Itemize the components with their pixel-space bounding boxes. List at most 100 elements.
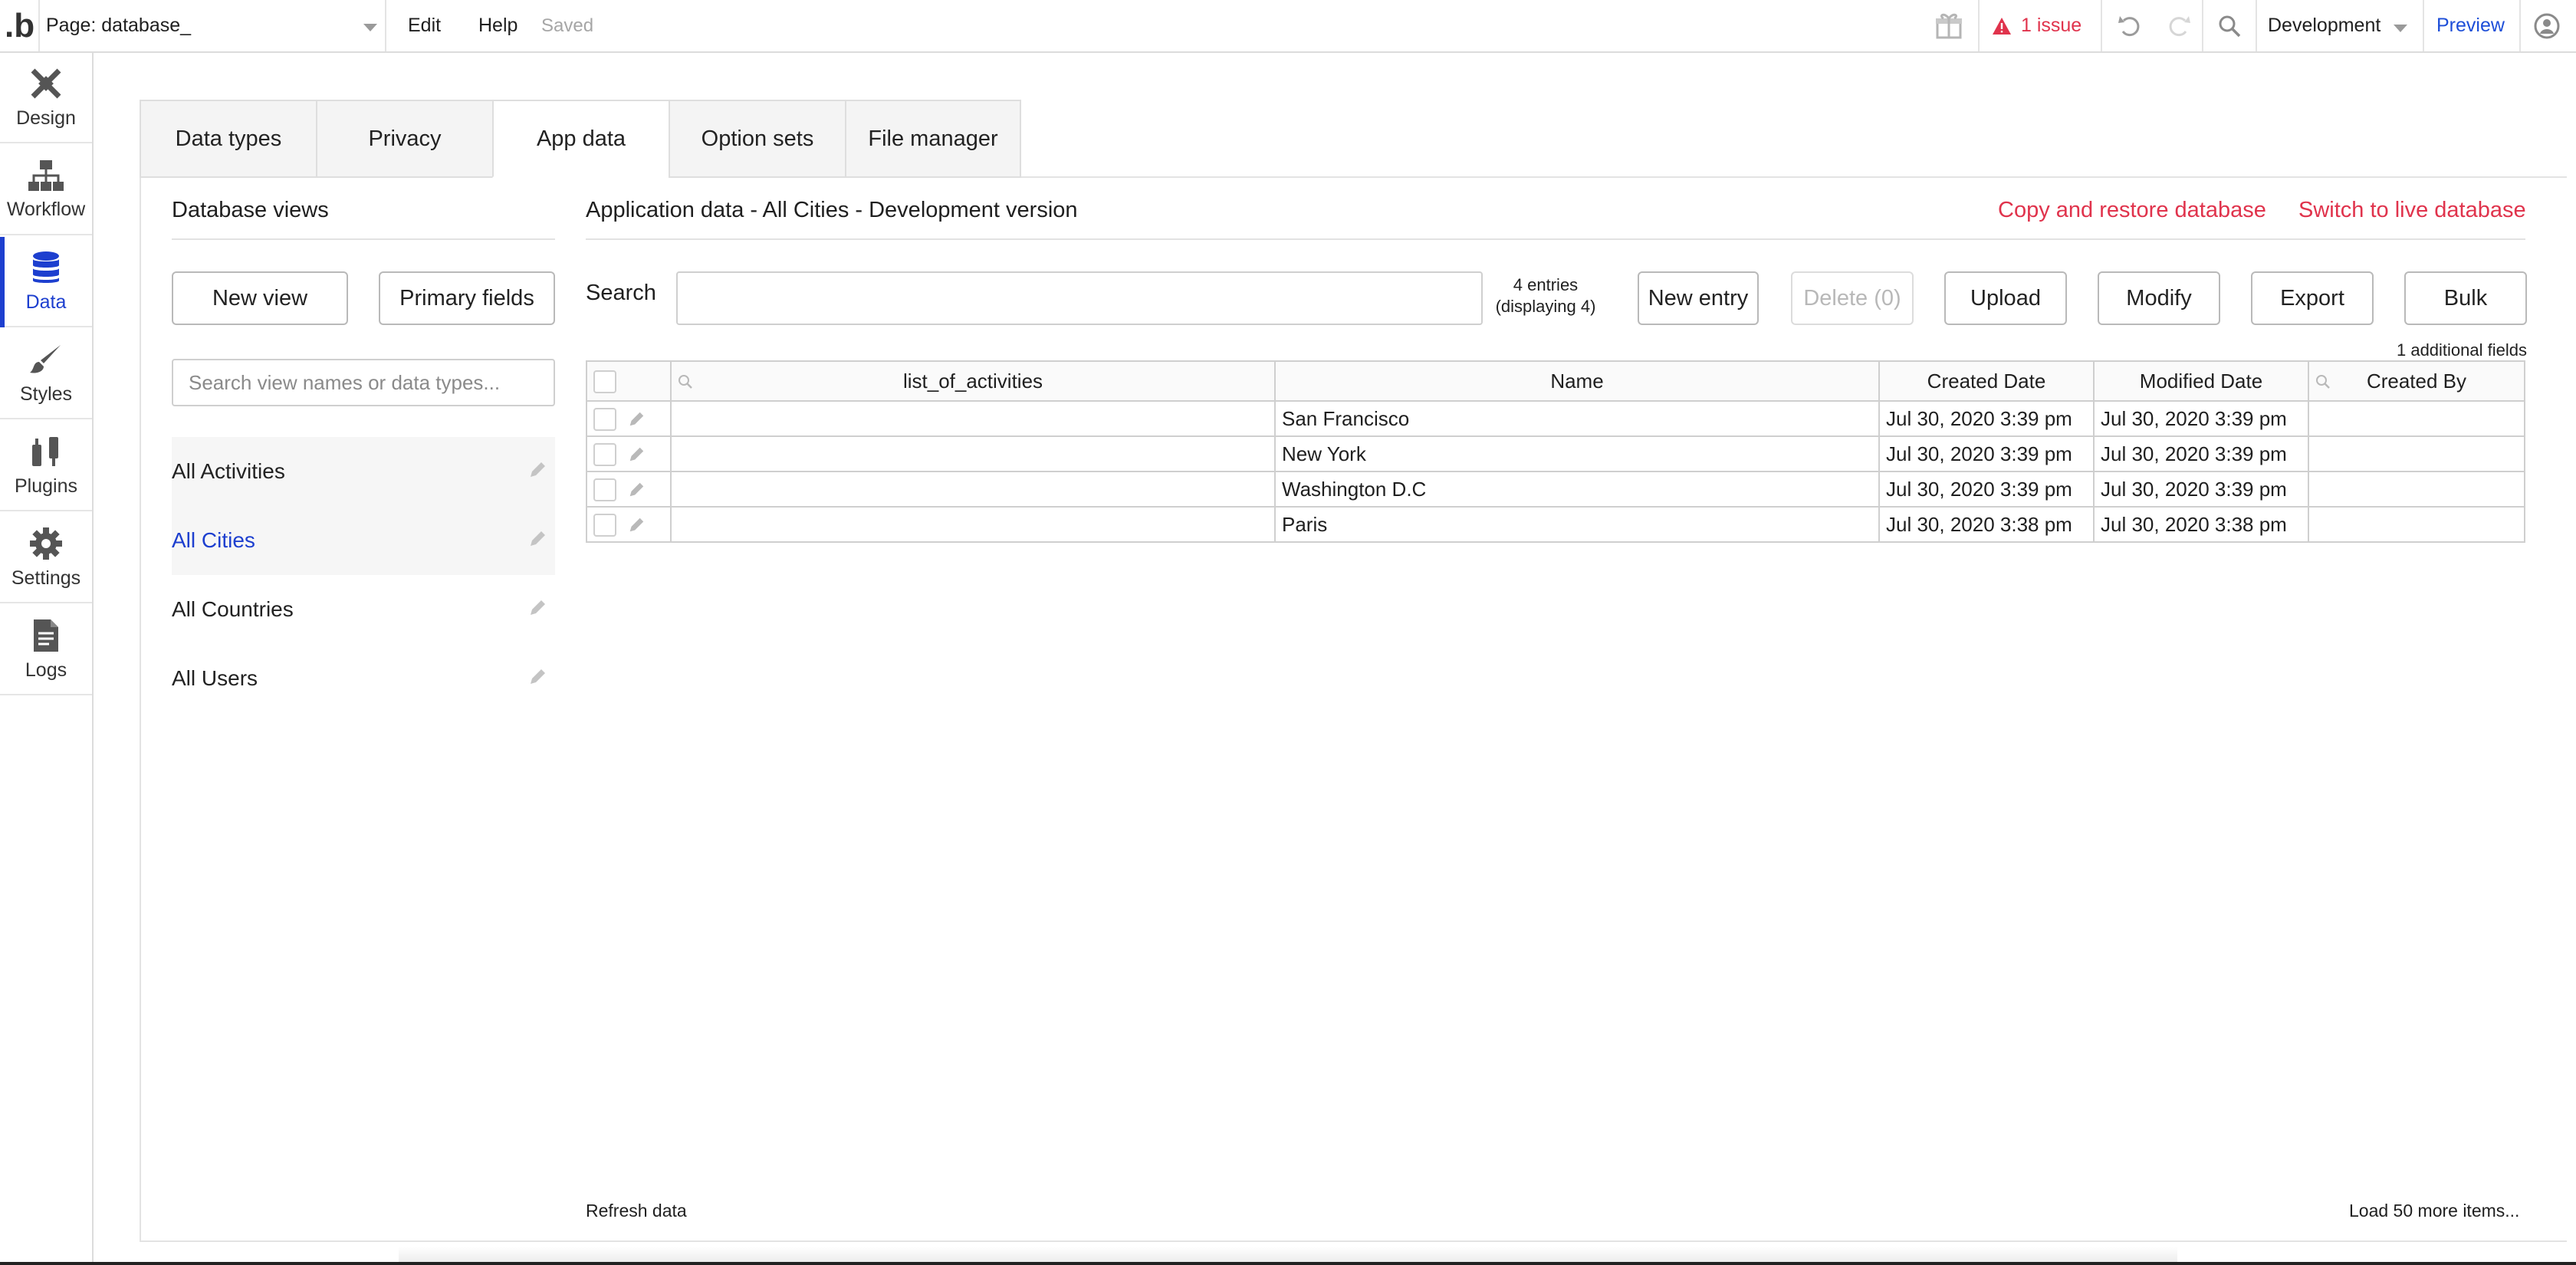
nav-label: Design bbox=[16, 107, 76, 129]
column-header-created-by[interactable]: Created By bbox=[2308, 360, 2525, 402]
export-button[interactable]: Export bbox=[2251, 271, 2374, 325]
tab-option-sets[interactable]: Option sets bbox=[669, 100, 845, 178]
cell-created-date[interactable]: Jul 30, 2020 3:39 pm bbox=[1878, 400, 2095, 437]
copy-restore-database-link[interactable]: Copy and restore database bbox=[1998, 198, 2266, 223]
help-menu[interactable]: Help bbox=[478, 0, 518, 51]
redo-icon[interactable] bbox=[2164, 0, 2194, 51]
pencil-icon[interactable] bbox=[527, 529, 547, 549]
column-header-created-date[interactable]: Created Date bbox=[1878, 360, 2095, 402]
delete-button[interactable]: Delete (0) bbox=[1791, 271, 1914, 325]
tab-app-data[interactable]: App data bbox=[492, 100, 669, 178]
entries-total: 4 entries bbox=[1513, 275, 1579, 294]
document-icon bbox=[34, 619, 58, 652]
new-view-button[interactable]: New view bbox=[172, 271, 348, 325]
table-header-row: list_of_activities Name Created Date Mod… bbox=[586, 360, 2525, 402]
database-icon bbox=[33, 251, 59, 283]
cell-created-by[interactable] bbox=[2308, 471, 2525, 508]
cell-list-of-activities[interactable] bbox=[670, 506, 1276, 543]
bulk-button[interactable]: Bulk bbox=[2404, 271, 2527, 325]
view-item-all-activities[interactable]: All Activities bbox=[172, 437, 555, 506]
table-row[interactable]: San Francisco Jul 30, 2020 3:39 pm Jul 3… bbox=[586, 400, 2525, 437]
nav-design[interactable]: Design bbox=[0, 53, 92, 143]
cell-created-date[interactable]: Jul 30, 2020 3:38 pm bbox=[1878, 506, 2095, 543]
nav-label: Plugins bbox=[15, 475, 77, 497]
tab-file-manager[interactable]: File manager bbox=[845, 100, 1021, 178]
undo-icon[interactable] bbox=[2114, 0, 2145, 51]
row-select-cell bbox=[586, 506, 672, 543]
warning-icon bbox=[1993, 17, 2011, 34]
pencil-icon[interactable] bbox=[627, 445, 646, 464]
switch-live-database-link[interactable]: Switch to live database bbox=[2298, 198, 2526, 223]
additional-fields-link[interactable]: 1 additional fields bbox=[2369, 340, 2527, 360]
search-icon[interactable] bbox=[2214, 0, 2245, 51]
view-search-input[interactable] bbox=[172, 359, 555, 406]
cell-modified-date[interactable]: Jul 30, 2020 3:39 pm bbox=[2093, 435, 2309, 472]
data-search-input[interactable] bbox=[676, 271, 1483, 325]
view-item-all-cities[interactable]: All Cities bbox=[172, 506, 555, 575]
cell-created-by[interactable] bbox=[2308, 506, 2525, 543]
table-row[interactable]: New York Jul 30, 2020 3:39 pm Jul 30, 20… bbox=[586, 435, 2525, 472]
cell-created-date[interactable]: Jul 30, 2020 3:39 pm bbox=[1878, 435, 2095, 472]
cell-name[interactable]: Paris bbox=[1274, 506, 1880, 543]
tab-data-types[interactable]: Data types bbox=[140, 100, 316, 178]
pencil-icon[interactable] bbox=[527, 667, 547, 687]
cell-name[interactable]: New York bbox=[1274, 435, 1880, 472]
primary-fields-button[interactable]: Primary fields bbox=[379, 271, 555, 325]
pencil-icon[interactable] bbox=[527, 598, 547, 618]
search-icon[interactable] bbox=[678, 374, 693, 389]
cell-created-by[interactable] bbox=[2308, 400, 2525, 437]
cell-created-by[interactable] bbox=[2308, 435, 2525, 472]
environment-selector[interactable]: Development bbox=[2268, 0, 2413, 51]
column-header-list-of-activities[interactable]: list_of_activities bbox=[670, 360, 1276, 402]
cell-modified-date[interactable]: Jul 30, 2020 3:39 pm bbox=[2093, 471, 2309, 508]
pencil-icon[interactable] bbox=[627, 410, 646, 429]
nav-data[interactable]: Data bbox=[0, 237, 92, 327]
row-checkbox[interactable] bbox=[593, 443, 616, 467]
column-label: Created By bbox=[2366, 369, 2467, 393]
issues-label: 1 issue bbox=[2021, 15, 2082, 36]
preview-link[interactable]: Preview bbox=[2436, 0, 2505, 51]
view-item-all-countries[interactable]: All Countries bbox=[172, 575, 555, 644]
pencil-icon[interactable] bbox=[527, 460, 547, 480]
select-all-header bbox=[586, 360, 672, 402]
cell-list-of-activities[interactable] bbox=[670, 471, 1276, 508]
divider bbox=[1978, 0, 1980, 51]
cell-modified-date[interactable]: Jul 30, 2020 3:39 pm bbox=[2093, 400, 2309, 437]
nav-styles[interactable]: Styles bbox=[0, 329, 92, 419]
pencil-icon[interactable] bbox=[627, 481, 646, 499]
cell-list-of-activities[interactable] bbox=[670, 435, 1276, 472]
view-item-all-users[interactable]: All Users bbox=[172, 644, 555, 713]
modify-button[interactable]: Modify bbox=[2098, 271, 2220, 325]
nav-logs[interactable]: Logs bbox=[0, 605, 92, 695]
new-entry-button[interactable]: New entry bbox=[1638, 271, 1759, 325]
nav-plugins[interactable]: Plugins bbox=[0, 421, 92, 511]
bubble-logo[interactable]: .b bbox=[5, 0, 35, 51]
cell-modified-date[interactable]: Jul 30, 2020 3:38 pm bbox=[2093, 506, 2309, 543]
tab-privacy[interactable]: Privacy bbox=[316, 100, 492, 178]
account-icon[interactable] bbox=[2530, 0, 2564, 51]
row-checkbox[interactable] bbox=[593, 514, 616, 537]
nav-workflow[interactable]: Workflow bbox=[0, 145, 92, 235]
divider bbox=[38, 0, 40, 51]
nav-settings[interactable]: Settings bbox=[0, 513, 92, 603]
pencil-icon[interactable] bbox=[627, 516, 646, 534]
select-all-checkbox[interactable] bbox=[593, 370, 616, 394]
upload-button[interactable]: Upload bbox=[1944, 271, 2067, 325]
page-selector[interactable]: Page: database_ bbox=[46, 0, 383, 51]
column-header-name[interactable]: Name bbox=[1274, 360, 1880, 402]
cell-name[interactable]: San Francisco bbox=[1274, 400, 1880, 437]
issues-indicator[interactable]: 1 issue bbox=[1992, 0, 2082, 51]
search-icon[interactable] bbox=[2315, 374, 2331, 389]
refresh-data-link[interactable]: Refresh data bbox=[586, 1201, 687, 1221]
row-checkbox[interactable] bbox=[593, 478, 616, 502]
edit-menu[interactable]: Edit bbox=[408, 0, 441, 51]
row-checkbox[interactable] bbox=[593, 408, 616, 432]
cell-list-of-activities[interactable] bbox=[670, 400, 1276, 437]
gift-icon[interactable] bbox=[1934, 0, 1964, 51]
table-row[interactable]: Paris Jul 30, 2020 3:38 pm Jul 30, 2020 … bbox=[586, 506, 2525, 543]
cell-created-date[interactable]: Jul 30, 2020 3:39 pm bbox=[1878, 471, 2095, 508]
cell-name[interactable]: Washington D.C bbox=[1274, 471, 1880, 508]
load-more-link[interactable]: Load 50 more items... bbox=[2349, 1201, 2519, 1221]
table-row[interactable]: Washington D.C Jul 30, 2020 3:39 pm Jul … bbox=[586, 471, 2525, 508]
column-header-modified-date[interactable]: Modified Date bbox=[2093, 360, 2309, 402]
